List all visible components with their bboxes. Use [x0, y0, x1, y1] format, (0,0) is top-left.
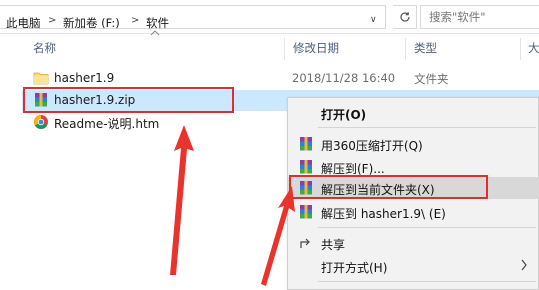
column-header-name[interactable]: 名称 — [33, 40, 56, 60]
menu-item-open[interactable]: 打开(O) — [288, 102, 539, 124]
breadcrumb-software[interactable]: 软件 — [146, 15, 169, 31]
search-input[interactable] — [421, 6, 539, 28]
column-header-date[interactable]: 修改日期 — [293, 40, 339, 60]
menu-item-share[interactable]: 共享 — [288, 232, 539, 254]
refresh-button[interactable] — [393, 5, 417, 29]
menu-item-label: 用360压缩打开(Q) — [321, 139, 423, 153]
column-divider[interactable] — [284, 38, 285, 60]
chrome-html-icon — [34, 115, 48, 129]
menu-item-open-with-360[interactable]: 用360压缩打开(Q) — [288, 133, 539, 155]
archive-icon — [300, 137, 312, 151]
breadcrumb[interactable]: 此电脑 > 新加卷 (F:) > 软件 ∨ — [0, 5, 386, 31]
file-date: 2018/11/28 16:40 — [292, 71, 396, 85]
column-header-size[interactable]: 大 — [528, 40, 539, 60]
highlight-box-zip — [23, 87, 234, 113]
file-row-folder[interactable]: hasher1.9 2018/11/28 16:40 文件夹 — [22, 68, 539, 89]
menu-item-label: 共享 — [321, 238, 346, 252]
column-header-type[interactable]: 类型 — [414, 40, 437, 60]
file-name: Readme-说明.htm — [54, 117, 160, 131]
address-bar: 此电脑 > 新加卷 (F:) > 软件 ∨ — [0, 0, 539, 34]
archive-icon — [300, 205, 312, 219]
menu-item-label: 打开方式(H) — [321, 261, 388, 275]
column-divider[interactable] — [405, 38, 406, 60]
sort-ascending-icon[interactable] — [150, 30, 160, 36]
column-divider[interactable] — [520, 38, 521, 60]
refresh-icon — [399, 12, 410, 22]
menu-item-label: 解压到 hasher1.9\ (E) — [321, 207, 446, 221]
breadcrumb-drive-f[interactable]: 新加卷 (F:) — [63, 15, 120, 31]
address-history-dropdown-icon[interactable]: ∨ — [370, 15, 377, 25]
annotation-arrow-icon — [261, 186, 295, 286]
archive-icon — [300, 160, 312, 174]
annotation-arrow-icon — [170, 125, 194, 275]
menu-divider — [318, 227, 536, 228]
folder-icon — [33, 72, 49, 85]
highlight-box-extract-here — [289, 175, 488, 199]
menu-divider — [318, 127, 536, 128]
share-icon — [300, 238, 310, 248]
search-box[interactable] — [420, 5, 539, 29]
breadcrumb-this-pc[interactable]: 此电脑 — [6, 15, 41, 31]
menu-divider — [318, 281, 536, 282]
file-name: hasher1.9 — [54, 71, 115, 85]
menu-item-label: 打开(O) — [321, 108, 367, 122]
menu-item-extract-to-folder[interactable]: 解压到 hasher1.9\ (E) — [288, 201, 539, 223]
chevron-right-icon[interactable]: > — [131, 15, 139, 26]
file-type: 文件夹 — [414, 72, 449, 86]
chevron-right-icon[interactable]: > — [48, 15, 56, 26]
chevron-right-icon — [521, 259, 527, 271]
menu-item-open-with[interactable]: 打开方式(H) — [288, 255, 539, 277]
